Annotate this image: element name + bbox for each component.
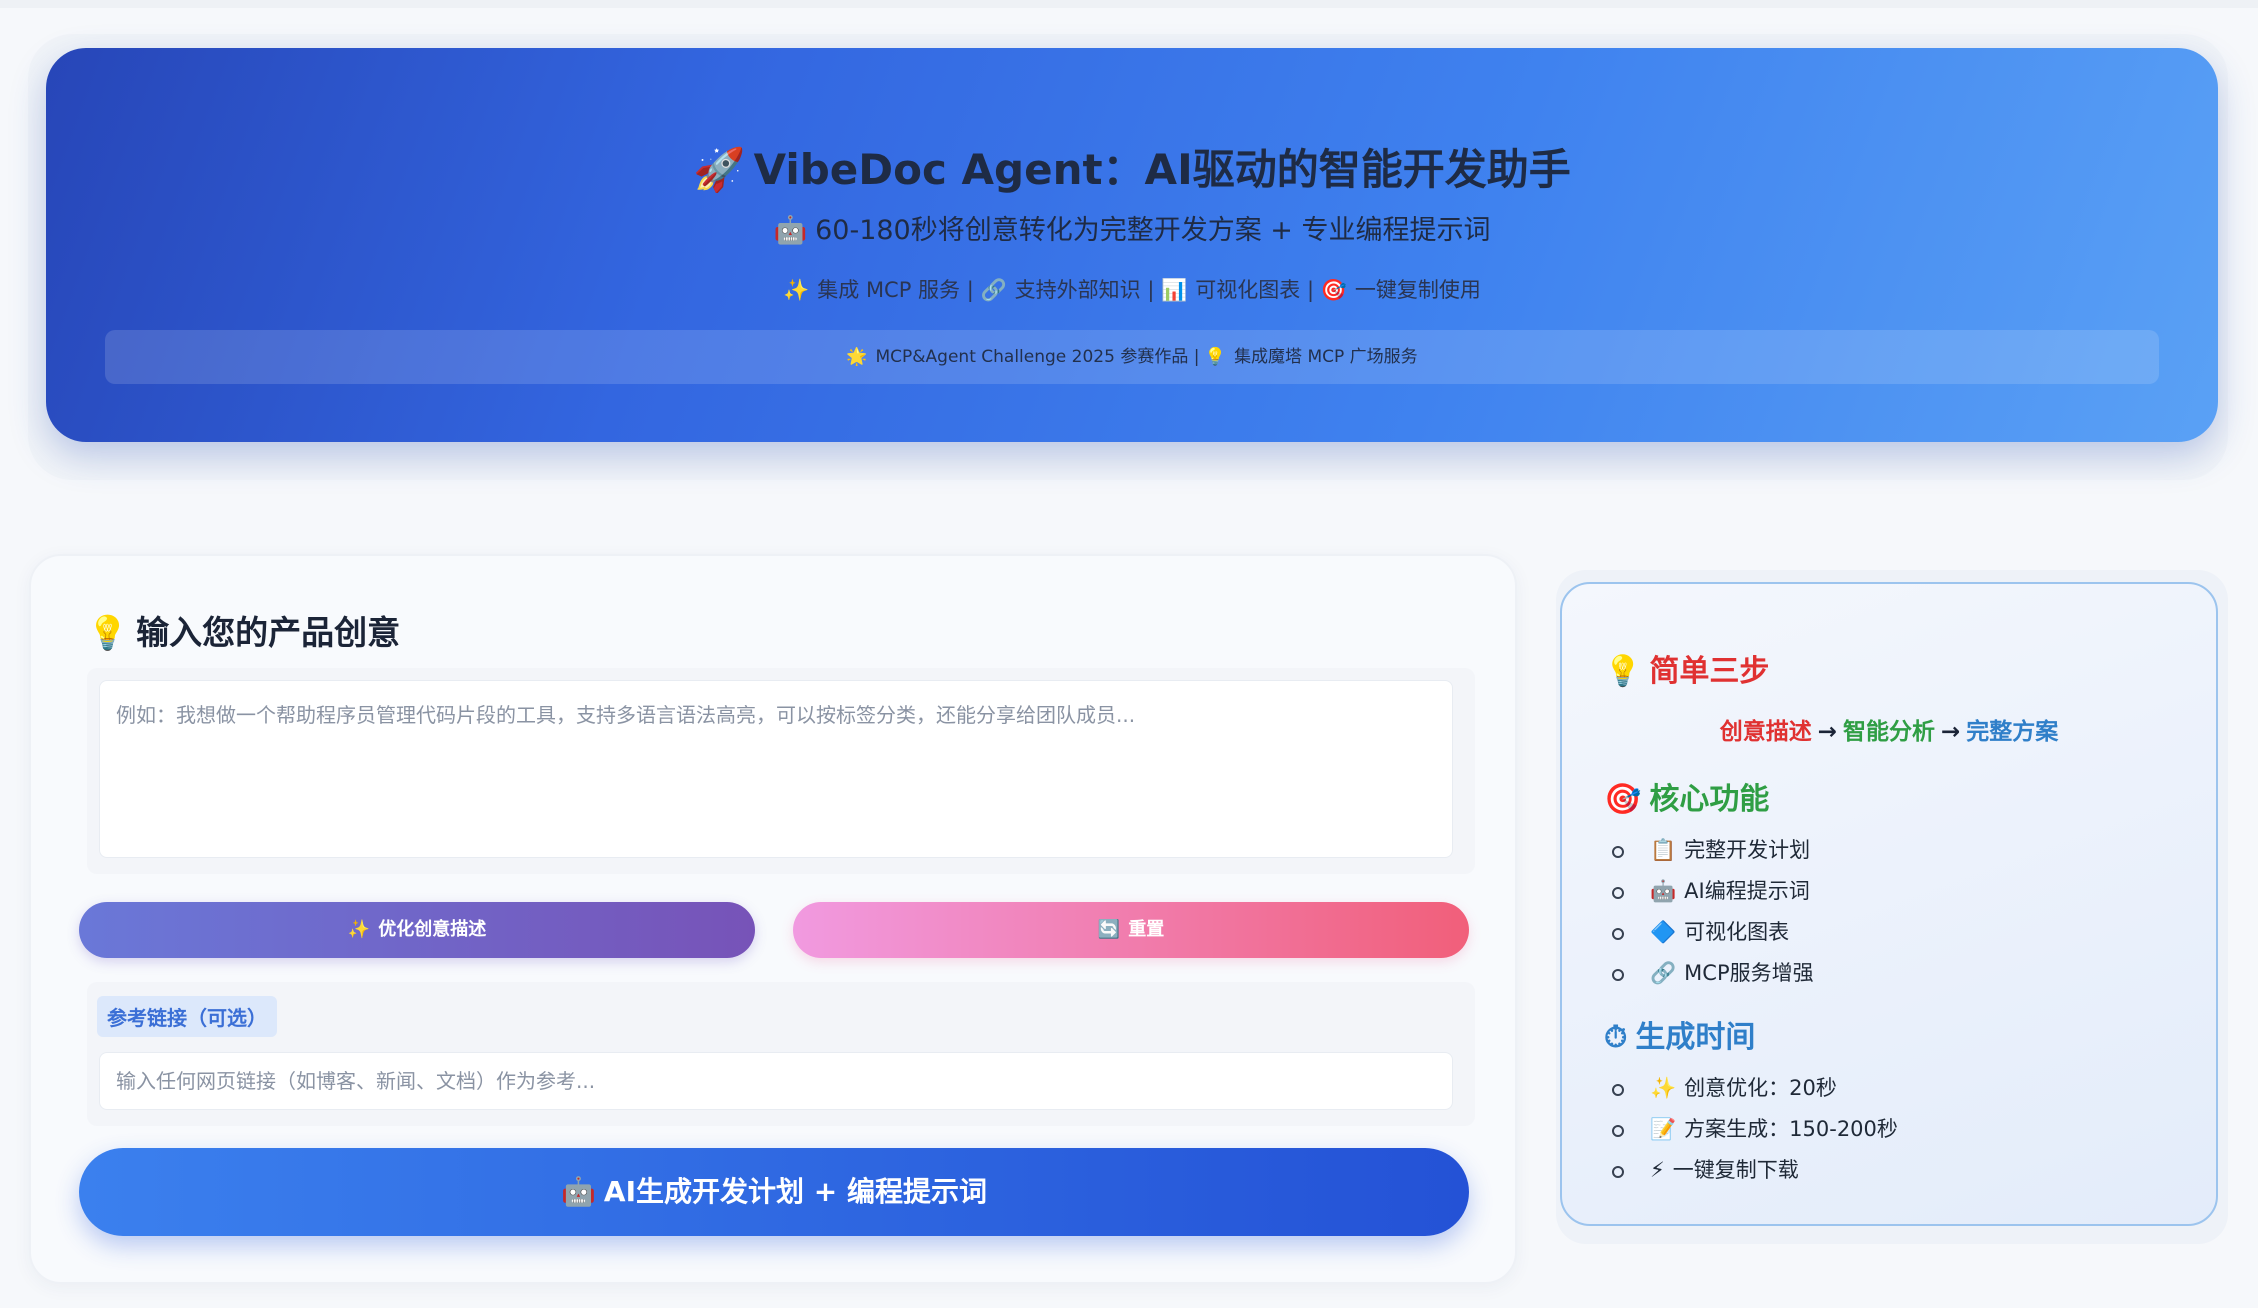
list-item: 🔗 MCP服务增强 bbox=[1602, 953, 1814, 994]
steps-heading-text: 简单三步 bbox=[1649, 654, 1770, 689]
page-subtitle-text: 60-180秒将创意转化为完整开发方案 + 专业编程提示词 bbox=[815, 215, 1491, 246]
reference-link-wrapper: 参考链接（可选） 输入任何网页链接（如博客、新闻、文档）作为参考... bbox=[87, 982, 1475, 1126]
diamond-icon: 🔷 bbox=[1650, 920, 1677, 944]
idea-input-wrapper: 例如：我想做一个帮助程序员管理代码片段的工具，支持多语言语法高亮，可以按标签分类… bbox=[87, 668, 1475, 874]
optimize-idea-button[interactable]: ✨ 优化创意描述 bbox=[79, 902, 755, 958]
sparkles-icon: ✨ bbox=[347, 919, 371, 940]
separator: | bbox=[1193, 347, 1200, 367]
robot-icon: 🤖 bbox=[773, 215, 808, 246]
info-card: 💡 简单三步 创意描述 → 智能分析 → 完整方案 🎯 核心功能 📋 完整开发计划 🤖 AI编程… bbox=[1560, 582, 2218, 1226]
separator: | bbox=[1147, 278, 1155, 302]
challenge-text: MCP&Agent Challenge 2025 参赛作品 bbox=[875, 347, 1189, 367]
list-item: 🔷 可视化图表 bbox=[1602, 912, 1814, 953]
target-icon: 🎯 bbox=[1320, 278, 1347, 302]
hero-feature-charts: 可视化图表 bbox=[1195, 278, 1301, 302]
core-features-heading-text: 核心功能 bbox=[1649, 782, 1770, 817]
idea-card-title-text: 输入您的产品创意 bbox=[136, 613, 401, 652]
lightning-icon: ⚡ bbox=[1650, 1158, 1665, 1182]
hero-feature-knowledge: 支持外部知识 bbox=[1014, 278, 1141, 302]
reset-button[interactable]: 🔄 重置 bbox=[793, 902, 1469, 958]
list-item: ✨ 创意优化：20秒 bbox=[1602, 1068, 1898, 1109]
core-features-list: 📋 完整开发计划 🤖 AI编程提示词 🔷 可视化图表 🔗 MCP服务增强 bbox=[1602, 830, 1814, 994]
flow-arrow: → bbox=[1817, 719, 1837, 745]
feature-dev-plan: 完整开发计划 bbox=[1684, 838, 1811, 862]
generation-time-heading: ⏱ 生成时间 bbox=[1604, 1012, 1755, 1056]
refresh-icon: 🔄 bbox=[1097, 919, 1121, 940]
flow-step-analyze: 智能分析 bbox=[1843, 719, 1935, 745]
mcp-square-text: 集成魔塔 MCP 广场服务 bbox=[1234, 347, 1418, 367]
list-item: 📝 方案生成：150-200秒 bbox=[1602, 1109, 1898, 1150]
rocket-icon: 🚀 bbox=[693, 145, 746, 194]
feature-ai-prompts: AI编程提示词 bbox=[1684, 879, 1810, 903]
time-generate: 方案生成：150-200秒 bbox=[1684, 1117, 1898, 1141]
flow-step-describe: 创意描述 bbox=[1719, 719, 1812, 745]
robot-icon: 🤖 bbox=[561, 1175, 596, 1208]
idea-card-title: 💡 输入您的产品创意 bbox=[87, 606, 400, 654]
idea-input-card: 💡 输入您的产品创意 例如：我想做一个帮助程序员管理代码片段的工具，支持多语言语法… bbox=[29, 554, 1517, 1284]
sparkles-icon: ✨ bbox=[783, 278, 810, 302]
star-icon: 🌟 bbox=[846, 347, 868, 367]
target-icon: 🎯 bbox=[1604, 782, 1642, 817]
list-item: ⚡ 一键复制下载 bbox=[1602, 1150, 1898, 1191]
lightbulb-icon: 💡 bbox=[1604, 654, 1642, 689]
generation-time-list: ✨ 创意优化：20秒 📝 方案生成：150-200秒 ⚡ 一键复制下载 bbox=[1602, 1068, 1898, 1191]
lightbulb-icon: 💡 bbox=[1204, 347, 1227, 367]
feature-mcp: MCP服务增强 bbox=[1684, 961, 1814, 985]
sparkles-icon: ✨ bbox=[1650, 1076, 1677, 1100]
reference-link-input[interactable]: 输入任何网页链接（如博客、新闻、文档）作为参考... bbox=[99, 1052, 1453, 1110]
memo-icon: 📝 bbox=[1650, 1117, 1677, 1141]
list-item: 📋 完整开发计划 bbox=[1602, 830, 1814, 871]
reference-link-label: 参考链接（可选） bbox=[97, 996, 277, 1037]
generate-plan-label: AI生成开发计划 + 编程提示词 bbox=[603, 1175, 987, 1208]
list-item: 🤖 AI编程提示词 bbox=[1602, 871, 1814, 912]
flow-step-solution: 完整方案 bbox=[1966, 719, 2059, 745]
page-subtitle: 🤖 60-180秒将创意转化为完整开发方案 + 专业编程提示词 bbox=[46, 208, 2218, 247]
core-features-heading: 🎯 核心功能 bbox=[1604, 774, 1769, 818]
time-optimize: 创意优化：20秒 bbox=[1684, 1076, 1837, 1100]
link-icon: 🔗 bbox=[980, 278, 1007, 302]
steps-flow: 创意描述 → 智能分析 → 完整方案 bbox=[1562, 712, 2216, 746]
flow-arrow: → bbox=[1941, 719, 1961, 745]
hero-banner: 🚀 VibeDoc Agent：AI驱动的智能开发助手 🤖 60-180秒将创意转化… bbox=[46, 48, 2218, 442]
time-copy-download: 一键复制下载 bbox=[1672, 1158, 1799, 1182]
page-title: 🚀 VibeDoc Agent：AI驱动的智能开发助手 bbox=[46, 136, 2218, 197]
separator: | bbox=[1306, 278, 1315, 302]
feature-charts: 可视化图表 bbox=[1684, 920, 1790, 944]
hero-feature-mcp: 集成 MCP 服务 bbox=[817, 278, 961, 302]
separator: | bbox=[966, 278, 974, 302]
idea-textarea[interactable]: 例如：我想做一个帮助程序员管理代码片段的工具，支持多语言语法高亮，可以按标签分类… bbox=[99, 680, 1453, 858]
hero-feature-copy: 一键复制使用 bbox=[1354, 278, 1481, 302]
optimize-idea-label: 优化创意描述 bbox=[378, 919, 487, 940]
reset-label: 重置 bbox=[1128, 919, 1165, 940]
top-strip bbox=[0, 0, 2258, 8]
clipboard-icon: 📋 bbox=[1650, 838, 1677, 862]
bar-chart-icon: 📊 bbox=[1161, 278, 1188, 302]
link-icon: 🔗 bbox=[1650, 961, 1677, 985]
generate-plan-button[interactable]: 🤖 AI生成开发计划 + 编程提示词 bbox=[79, 1148, 1469, 1236]
challenge-banner: 🌟 MCP&Agent Challenge 2025 参赛作品 | 💡 集成魔塔 M… bbox=[105, 330, 2159, 384]
robot-icon: 🤖 bbox=[1650, 879, 1677, 903]
hero-feature-list: ✨ 集成 MCP 服务 | 🔗 支持外部知识 | 📊 可视化图表 | 🎯 一键复制使用 bbox=[46, 274, 2218, 304]
lightbulb-icon: 💡 bbox=[87, 613, 129, 652]
stopwatch-icon: ⏱ bbox=[1604, 1020, 1628, 1055]
steps-heading: 💡 简单三步 bbox=[1604, 646, 1769, 690]
generation-time-heading-text: 生成时间 bbox=[1635, 1020, 1756, 1055]
page-title-text: VibeDoc Agent：AI驱动的智能开发助手 bbox=[753, 145, 1571, 194]
